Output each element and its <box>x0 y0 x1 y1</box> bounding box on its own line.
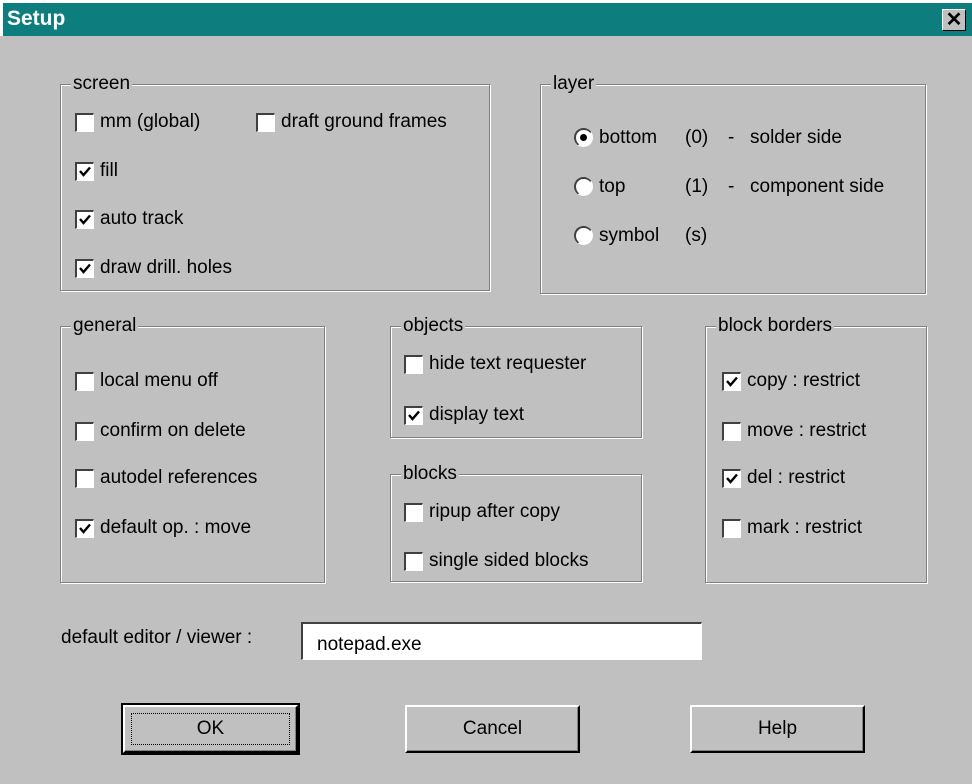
ok-button[interactable]: OK <box>121 703 300 755</box>
checkbox-box <box>75 258 94 278</box>
objects-group-legend: objects <box>401 315 466 337</box>
layer-group-legend: layer <box>551 73 597 95</box>
radio-selected-dot <box>580 134 587 141</box>
checkbox-label: del : restrict <box>747 467 846 488</box>
checkbox-label: move : restrict <box>747 420 867 441</box>
focus-rect <box>131 713 290 745</box>
layer-option-desc: component side <box>750 176 885 197</box>
autodel-references-checkbox[interactable]: autodel references <box>75 467 257 489</box>
radio-circle <box>574 128 593 147</box>
draft-ground-frames-checkbox[interactable]: draft ground frames <box>256 111 447 133</box>
checkbox-label: ripup after copy <box>429 501 560 522</box>
draw-drill-holes-checkbox[interactable]: draw drill. holes <box>75 257 232 279</box>
checkbox-label: default op. : move <box>100 517 252 538</box>
checkbox-label: auto track <box>100 208 184 229</box>
hide-text-requester-checkbox[interactable]: hide text requester <box>404 353 586 375</box>
mm-global-checkbox[interactable]: mm (global) <box>75 111 200 133</box>
help-button-label: Help <box>757 718 798 739</box>
del-restrict-checkbox[interactable]: del : restrict <box>722 467 845 489</box>
radio-circle <box>574 177 593 196</box>
layer-option-dash: - <box>728 127 735 148</box>
checkbox-box <box>75 371 94 391</box>
checkbox-box <box>75 209 94 229</box>
editor-label: default editor / viewer : <box>61 627 253 648</box>
checkbox-box <box>722 421 741 441</box>
local-menu-off-checkbox[interactable]: local menu off <box>75 370 218 392</box>
layer-radio-symbol[interactable]: symbol (s) <box>574 225 914 247</box>
checkbox-label: display text <box>429 404 525 425</box>
screen-group-legend: screen <box>71 73 133 95</box>
checkbox-label: local menu off <box>100 370 218 391</box>
checkbox-box <box>404 354 423 374</box>
cancel-button-label: Cancel <box>462 718 523 739</box>
single-sided-blocks-checkbox[interactable]: single sided blocks <box>404 550 588 572</box>
auto-track-checkbox[interactable]: auto track <box>75 208 183 230</box>
layer-option-label: symbol <box>599 225 660 246</box>
editor-input[interactable] <box>301 622 702 660</box>
ripup-after-copy-checkbox[interactable]: ripup after copy <box>404 501 560 523</box>
close-icon: ✕ <box>945 9 963 31</box>
checkbox-label: confirm on delete <box>100 420 246 441</box>
checkbox-label: draw drill. holes <box>100 257 232 278</box>
check-mark-icon <box>79 166 91 177</box>
checkbox-label: single sided blocks <box>429 550 589 571</box>
layer-option-code: (s) <box>685 225 708 246</box>
layer-option-code: (1) <box>685 176 709 197</box>
check-mark-icon <box>408 410 420 421</box>
default-op-move-checkbox[interactable]: default op. : move <box>75 517 251 539</box>
general-group: general <box>60 315 325 583</box>
layer-option-label: bottom <box>599 127 658 148</box>
check-mark-icon <box>79 523 91 534</box>
fill-checkbox[interactable]: fill <box>75 160 118 182</box>
copy-restrict-checkbox[interactable]: copy : restrict <box>722 370 860 392</box>
mark-restrict-checkbox[interactable]: mark : restrict <box>722 517 862 539</box>
checkbox-label: mm (global) <box>100 111 201 132</box>
checkbox-box <box>75 161 94 181</box>
cancel-button[interactable]: Cancel <box>405 705 580 753</box>
checkbox-label: autodel references <box>100 467 258 488</box>
checkbox-box <box>404 502 423 522</box>
checkbox-box <box>722 371 741 391</box>
window-title: Setup <box>7 7 66 30</box>
title-bar: Setup ✕ <box>0 0 972 36</box>
layer-option-dash: - <box>728 176 735 197</box>
checkbox-box <box>404 405 423 425</box>
check-mark-icon <box>726 473 738 484</box>
checkbox-box <box>75 518 94 538</box>
check-mark-icon <box>726 376 738 387</box>
checkbox-label: copy : restrict <box>747 370 860 391</box>
checkbox-box <box>75 112 94 132</box>
block-borders-group: block borders <box>705 315 927 583</box>
checkbox-label: fill <box>100 160 118 181</box>
block-borders-group-legend: block borders <box>716 315 835 337</box>
checkbox-label: hide text requester <box>429 353 587 374</box>
close-button[interactable]: ✕ <box>942 9 966 31</box>
general-group-legend: general <box>71 315 139 337</box>
checkbox-box <box>256 112 275 132</box>
checkbox-box <box>722 468 741 488</box>
move-restrict-checkbox[interactable]: move : restrict <box>722 420 866 442</box>
display-text-checkbox[interactable]: display text <box>404 404 524 426</box>
checkbox-box <box>75 468 94 488</box>
radio-circle <box>574 226 593 245</box>
check-mark-icon <box>79 263 91 274</box>
checkbox-box <box>75 421 94 441</box>
layer-option-code: (0) <box>685 127 709 148</box>
layer-radio-bottom[interactable]: bottom (0) - solder side <box>574 127 914 149</box>
help-button[interactable]: Help <box>690 705 865 753</box>
layer-option-desc: solder side <box>750 127 842 148</box>
checkbox-label: draft ground frames <box>281 111 447 132</box>
layer-radio-top[interactable]: top (1) - component side <box>574 176 914 198</box>
layer-option-label: top <box>599 176 626 197</box>
checkbox-box <box>722 518 741 538</box>
checkbox-box <box>404 551 423 571</box>
check-mark-icon <box>79 214 91 225</box>
confirm-on-delete-checkbox[interactable]: confirm on delete <box>75 420 246 442</box>
checkbox-label: mark : restrict <box>747 517 863 538</box>
blocks-group-legend: blocks <box>401 463 459 485</box>
